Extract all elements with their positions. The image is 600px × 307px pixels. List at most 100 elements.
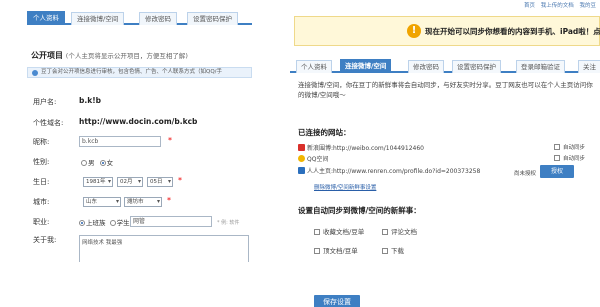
sync-sina-checkbox[interactable] bbox=[554, 144, 560, 150]
bio-label: 关于我: bbox=[33, 236, 57, 244]
sync-sina: 自动同步 bbox=[554, 143, 585, 151]
tab-email-verify[interactable]: 登录邮箱验证 bbox=[516, 60, 565, 73]
tab-follow[interactable]: 关注 bbox=[578, 60, 600, 73]
site-renren: 人人主页:http://www.renren.com/profile.do?id… bbox=[298, 166, 480, 175]
sync-qzone-label: 自动同步 bbox=[563, 156, 586, 162]
site-qzone-label[interactable]: QQ空间 bbox=[307, 156, 328, 163]
birth-month-select[interactable]: 02月 bbox=[117, 177, 143, 187]
option-comment: 评论文档 bbox=[382, 226, 417, 236]
nickname-label: 昵称: bbox=[33, 138, 50, 146]
connected-sites-title: 已连接的网站： bbox=[298, 128, 351, 137]
gender-row: 性别: 男 女 bbox=[27, 155, 252, 169]
qzone-icon bbox=[298, 155, 305, 162]
connect-tabs: 个人资料 连接微博/空间 修改密码 设置密码保护 登录邮箱验证 关注 bbox=[290, 57, 600, 73]
birth-year-select[interactable]: 1981年 bbox=[83, 177, 113, 187]
username-row: 用户名: b.k!b bbox=[27, 95, 252, 109]
username-label: 用户名: bbox=[33, 98, 57, 106]
manage-settings-link[interactable]: 删除微博/空间新鲜事设置 bbox=[314, 183, 376, 191]
required-mark: * bbox=[178, 176, 182, 185]
option-comment-label: 评论文档 bbox=[391, 228, 417, 236]
gender-female-radio[interactable] bbox=[99, 160, 106, 166]
option-collect: 收藏文档/豆单 bbox=[314, 226, 364, 236]
gender-male-label: 男 bbox=[88, 159, 95, 167]
option-upvote-label: 顶文档/豆单 bbox=[323, 247, 358, 255]
section-subtitle: (个人主页将显示公开项目，方便互相了解) bbox=[65, 52, 188, 60]
option-upvote: 顶文档/豆单 bbox=[314, 245, 358, 255]
connect-panel: 首页 我上传的文档 我的豆 ! 现在开始可以同步你想看的内容到手机、iPad啦！… bbox=[290, 0, 600, 307]
tab-connect-weibo[interactable]: 连接微博/空间 bbox=[71, 12, 125, 25]
tab-change-password[interactable]: 修改密码 bbox=[139, 12, 177, 25]
option-collect-checkbox[interactable] bbox=[314, 229, 320, 235]
auth-status: 尚未授权 bbox=[514, 171, 537, 177]
birthday-row: 生日: 1981年 02月 05日 * bbox=[27, 175, 252, 189]
required-mark: * bbox=[167, 196, 171, 205]
gender-male-radio[interactable] bbox=[81, 160, 87, 166]
job-label: 职业: bbox=[33, 218, 50, 226]
section-title-text: 公开项目 bbox=[31, 51, 63, 60]
username-value: b.k!b bbox=[79, 96, 101, 105]
tab-profile[interactable]: 个人资料 bbox=[296, 60, 332, 73]
site-qzone: QQ空间 bbox=[298, 154, 328, 163]
job-worker-label: 上班族 bbox=[86, 219, 106, 227]
url-value: http://www.docin.com/b.kcb bbox=[79, 117, 198, 126]
option-upvote-checkbox[interactable] bbox=[314, 248, 320, 254]
site-renren-label[interactable]: 人人主页:http://www.renren.com/profile.do?id… bbox=[307, 168, 480, 175]
authorize-button[interactable]: 授权 bbox=[540, 165, 574, 178]
sync-sina-label: 自动同步 bbox=[563, 145, 586, 151]
city-select[interactable]: 潍坊市 bbox=[124, 197, 162, 207]
option-comment-checkbox[interactable] bbox=[382, 229, 388, 235]
info-icon bbox=[32, 70, 38, 76]
profile-panel: 个人资料 连接微博/空间 修改密码 设置密码保护 公开项目 (个人主页将显示公开… bbox=[27, 9, 252, 262]
tab-change-password[interactable]: 修改密码 bbox=[408, 60, 444, 73]
link-home[interactable]: 首页 bbox=[524, 3, 535, 9]
job-input[interactable]: 网管 bbox=[130, 216, 212, 227]
birthday-label: 生日: bbox=[33, 178, 50, 186]
warning-icon: ! bbox=[407, 24, 421, 38]
job-row: 职业: 上班族 学生 网管 * 例: 软件 bbox=[27, 215, 252, 229]
job-worker-radio[interactable] bbox=[79, 220, 85, 226]
info-bar: 豆丁会对公开项信息进行审核，包含色情、广告、个人联系方式（如QQ/手 bbox=[27, 67, 252, 78]
bio-textarea[interactable]: 网络技术 我最强 bbox=[79, 235, 249, 262]
birth-day-select[interactable]: 05日 bbox=[147, 177, 173, 187]
save-settings-button[interactable]: 保存设置 bbox=[314, 295, 360, 307]
gender-options: 男 女 bbox=[81, 157, 113, 167]
renren-icon bbox=[298, 167, 305, 174]
job-student-label: 学生 bbox=[116, 219, 130, 227]
section-title: 公开项目 (个人主页将显示公开项目，方便互相了解) bbox=[31, 50, 188, 61]
tab-profile[interactable]: 个人资料 bbox=[27, 11, 65, 25]
connect-description: 连接微博/空间，你在豆丁的新鲜事将会自动同步，与好友实时分享。豆丁网友也可以在个… bbox=[298, 81, 593, 99]
site-sina-weibo: 新浪围博:http://weibo.com/1044912460 bbox=[298, 143, 424, 152]
url-label: 个性域名: bbox=[33, 119, 64, 127]
info-text: 豆丁会对公开项信息进行审核，包含色情、广告、个人联系方式（如QQ/手 bbox=[41, 69, 223, 75]
sina-weibo-icon bbox=[298, 144, 305, 151]
city-row: 城市: 山东 潍坊市 * bbox=[27, 195, 252, 209]
link-my-uploads[interactable]: 我上传的文档 bbox=[541, 3, 574, 9]
url-row: 个性域名: http://www.docin.com/b.kcb bbox=[27, 116, 252, 130]
option-download-label: 下载 bbox=[391, 247, 404, 255]
option-download: 下载 bbox=[382, 245, 404, 255]
option-download-checkbox[interactable] bbox=[382, 248, 388, 254]
city-label: 城市: bbox=[33, 198, 50, 206]
option-collect-label: 收藏文档/豆单 bbox=[323, 228, 365, 236]
sync-qzone: 自动同步 bbox=[554, 154, 585, 162]
sync-qzone-checkbox[interactable] bbox=[554, 155, 560, 161]
province-select[interactable]: 山东 bbox=[83, 197, 121, 207]
notice-text[interactable]: 现在开始可以同步你想看的内容到手机、iPad啦！点此了 bbox=[425, 26, 600, 37]
tab-password-protection[interactable]: 设置密码保护 bbox=[452, 60, 501, 73]
profile-tabs: 个人资料 连接微博/空间 修改密码 设置密码保护 bbox=[27, 9, 252, 25]
tab-password-protection[interactable]: 设置密码保护 bbox=[187, 12, 238, 25]
job-hint: * 例: 软件 bbox=[217, 220, 240, 226]
auto-sync-title: 设置自动同步到微博/空间的新鲜事： bbox=[298, 206, 421, 215]
job-options: 上班族 学生 bbox=[79, 217, 130, 227]
gender-label: 性别: bbox=[33, 158, 50, 166]
job-student-radio[interactable] bbox=[109, 220, 116, 226]
site-sina-weibo-label[interactable]: 新浪围博:http://weibo.com/1044912460 bbox=[307, 145, 424, 152]
nickname-row: 昵称: b.kcb * bbox=[27, 135, 252, 149]
top-links: 首页 我上传的文档 我的豆 bbox=[520, 1, 596, 9]
gender-female-label: 女 bbox=[106, 159, 114, 167]
notice-banner: ! 现在开始可以同步你想看的内容到手机、iPad啦！点此了 bbox=[294, 16, 600, 46]
link-my-beans[interactable]: 我的豆 bbox=[579, 3, 596, 9]
nickname-input[interactable]: b.kcb bbox=[79, 136, 161, 147]
required-mark: * bbox=[168, 136, 172, 145]
tab-connect-weibo[interactable]: 连接微博/空间 bbox=[340, 59, 392, 73]
